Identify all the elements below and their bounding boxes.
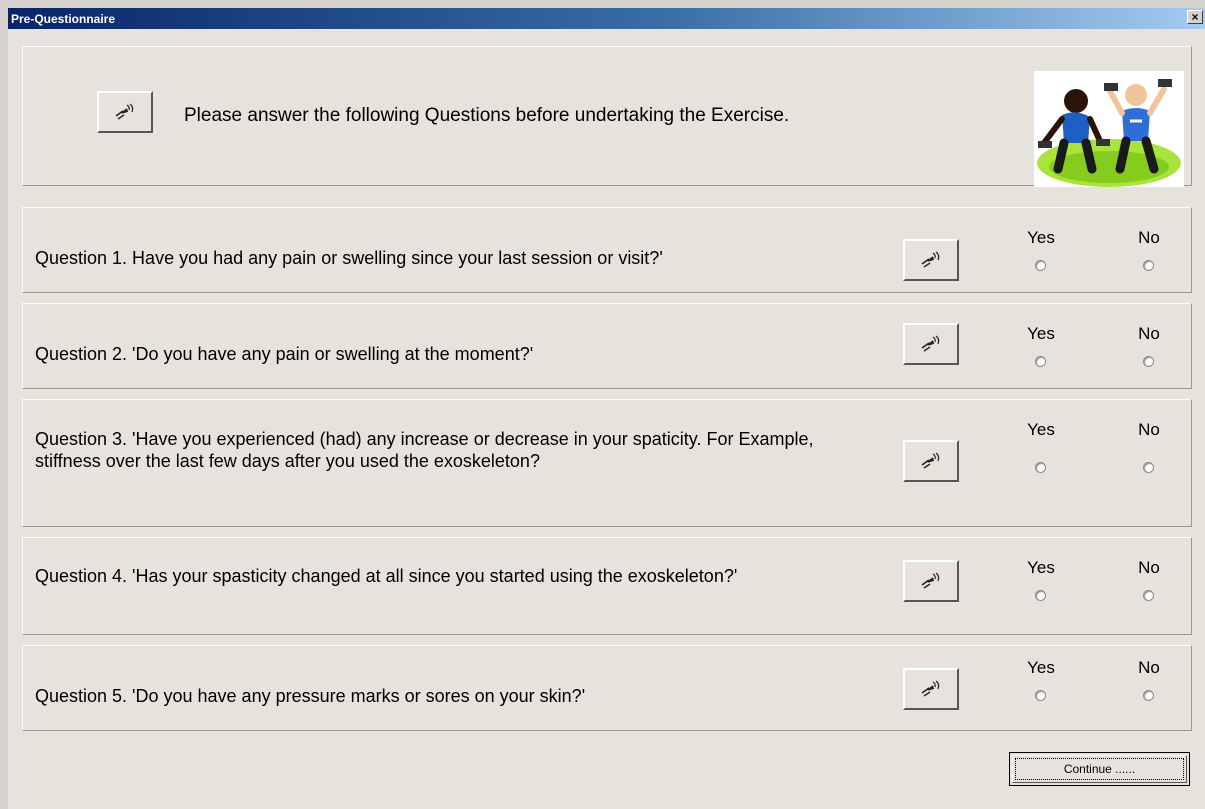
question-1-speak-button[interactable] — [903, 239, 959, 281]
question-3-yes-label: Yes — [1027, 420, 1055, 439]
question-5-no-label: No — [1138, 658, 1160, 677]
question-1-no-label: No — [1138, 228, 1160, 247]
question-5-text: Question 5. 'Do you have any pressure ma… — [35, 686, 586, 706]
question-2-no-label: No — [1138, 324, 1160, 343]
question-4-yes-label: Yes — [1027, 558, 1055, 577]
question-panel-5: Question 5. 'Do you have any pressure ma… — [22, 645, 1192, 731]
window-title: Pre-Questionnaire — [11, 12, 116, 26]
question-5-speak-button[interactable] — [903, 668, 959, 710]
client-area: Please answer the following Questions be… — [8, 29, 1205, 809]
question-2-no-radio[interactable] — [1143, 356, 1154, 367]
speaker-sound-icon — [921, 335, 940, 352]
question-panel-4: Question 4. 'Has your spasticity changed… — [22, 537, 1192, 635]
question-1-text: Question 1. Have you had any pain or swe… — [35, 248, 663, 268]
question-2-text: Question 2. 'Do you have any pain or swe… — [35, 344, 534, 364]
question-2-yes-label: Yes — [1027, 324, 1055, 343]
question-5-yes-radio[interactable] — [1035, 690, 1046, 701]
question-1-yes-label: Yes — [1027, 228, 1055, 247]
question-3-no-radio[interactable] — [1143, 462, 1154, 473]
question-panel-3: Question 3. 'Have you experienced (had) … — [22, 399, 1192, 527]
speaker-sound-icon — [115, 103, 134, 120]
question-panel-2: Question 2. 'Do you have any pain or swe… — [22, 303, 1192, 389]
question-2-speak-button[interactable] — [903, 323, 959, 365]
continue-button[interactable]: Continue ...... — [1009, 752, 1190, 786]
header-speak-button[interactable] — [97, 91, 153, 133]
question-5-yes-label: Yes — [1027, 658, 1055, 677]
close-button[interactable]: × — [1187, 10, 1203, 24]
exercise-logo — [1034, 71, 1184, 187]
question-4-speak-button[interactable] — [903, 560, 959, 602]
question-panel-1: Question 1. Have you had any pain or swe… — [22, 207, 1192, 293]
question-4-no-radio[interactable] — [1143, 590, 1154, 601]
header-panel: Please answer the following Questions be… — [22, 46, 1192, 187]
question-1-yes-radio[interactable] — [1035, 260, 1046, 271]
close-icon: × — [1191, 10, 1199, 24]
question-4-yes-radio[interactable] — [1035, 590, 1046, 601]
title-bar: Pre-Questionnaire × — [8, 8, 1205, 29]
speaker-sound-icon — [921, 251, 940, 268]
question-1-no-radio[interactable] — [1143, 260, 1154, 271]
speaker-sound-icon — [921, 572, 940, 589]
question-3-text: Question 3. 'Have you experienced (had) … — [35, 429, 814, 471]
question-3-speak-button[interactable] — [903, 440, 959, 482]
speaker-sound-icon — [921, 452, 940, 469]
question-2-yes-radio[interactable] — [1035, 356, 1046, 367]
speaker-sound-icon — [921, 680, 940, 697]
question-5-no-radio[interactable] — [1143, 690, 1154, 701]
question-4-text: Question 4. 'Has your spasticity changed… — [35, 566, 738, 586]
question-3-no-label: No — [1138, 420, 1160, 439]
continue-label: Continue ...... — [1063, 762, 1136, 776]
header-instruction: Please answer the following Questions be… — [184, 105, 790, 126]
question-3-yes-radio[interactable] — [1035, 462, 1046, 473]
question-4-no-label: No — [1138, 558, 1160, 577]
